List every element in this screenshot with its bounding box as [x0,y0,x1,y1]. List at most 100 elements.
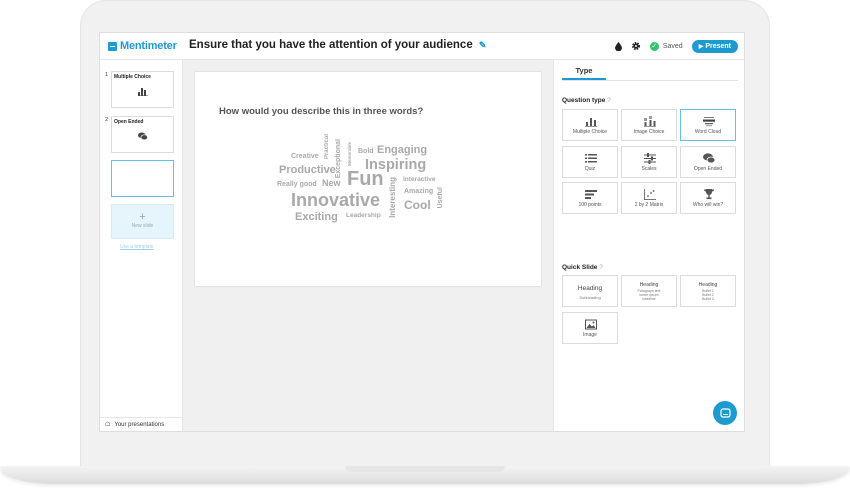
word-cloud-word: Interesting [388,177,397,218]
type-label: Open Ended [693,166,723,172]
type-multiple-choice[interactable]: Multiple Choice [562,109,618,141]
help-icon[interactable]: ? [607,97,611,104]
new-slide-button[interactable]: + New slide [111,204,174,239]
word-cloud-word: Exciting [295,211,338,223]
type-label: Multiple Choice [572,129,608,135]
type-open-ended[interactable]: Open Ended [680,146,736,178]
word-cloud-word: Engaging [377,144,428,156]
type-label: Image [583,332,597,338]
word-cloud-word: New [322,178,341,188]
present-button[interactable]: ▶ Present [691,39,738,53]
use-template-link[interactable]: Use a template [120,244,154,250]
quick-slide-heading-text: Heading [577,285,603,292]
type-label: Image Choice [633,129,665,135]
type-word-cloud[interactable]: Word Cloud [680,109,736,141]
slide-sidebar: 1 Multiple Choice 2 Open Ended + New sli… [100,60,183,431]
matrix-icon [644,189,656,200]
slide-number: 2 [105,117,109,123]
word-cloud-word: Interactive [403,176,436,183]
pencil-icon[interactable]: ✎ [479,40,487,51]
saved-check-icon: ✓ [649,41,659,51]
app-screen: Mentimeter Ensure that you have the atte… [100,33,744,431]
quick-slide-sub-text: Paragraph text lorem ipsum headline [637,289,661,301]
your-presentations-label: Your presentations [114,421,165,428]
word-cloud-word: Creative [291,153,319,160]
quick-slide-heading: Quick Slide ? [562,264,603,271]
type-label: Who will win? [692,202,724,208]
type-label: 2 by 2 Matrix [634,202,664,208]
logo[interactable]: Mentimeter [108,40,177,52]
your-presentations-link[interactable]: ☖ Your presentations [100,417,182,431]
type-label: Word Cloud [694,129,722,135]
word-cloud-word: Innovative [291,190,381,210]
word-cloud-word: Leadership [346,212,381,219]
gear-icon[interactable] [631,41,641,51]
slide-preview[interactable]: How would you describe this in three wor… [195,72,541,286]
slide-thumbnail-title: Open Ended [114,119,144,125]
type-quiz[interactable]: Quiz [562,146,618,178]
trophy-icon [704,189,714,200]
plus-icon: + [139,211,146,223]
presentation-title-text: Ensure that you have the attention of yo… [189,39,473,51]
bar-chart-icon [138,88,148,96]
tab-type[interactable]: Type [562,66,606,80]
settings-panel: Type Question type ? Multiple Choice Ima… [553,60,744,431]
word-cloud-word: Useful [437,187,444,209]
type-2-by-2-matrix[interactable]: 2 by 2 Matrix [621,182,677,214]
slide-thumbnail-2[interactable]: Open Ended [111,116,174,153]
tab-divider [562,80,738,81]
word-cloud-word: Practical [324,134,330,160]
speech-bubbles-icon [138,132,148,141]
quick-slide-image-tile[interactable]: Image [562,312,618,344]
word-cloud-word: Productive [279,164,336,176]
word-cloud-word: Fun [347,168,384,190]
theme-drop-icon[interactable] [614,41,622,51]
hundred-points-icon [585,190,597,199]
quick-slide-heading-tile[interactable]: Heading Subheading [562,275,618,307]
present-button-label: Present [705,42,731,50]
presentation-title[interactable]: Ensure that you have the attention of yo… [189,39,486,51]
word-cloud-word: Exceptional [335,139,342,179]
slide-canvas-area: How would you describe this in three wor… [183,60,553,431]
type-who-will-win[interactable]: Who will win? [680,182,736,214]
word-cloud-word: Really good [277,181,317,188]
laptop-notch [345,466,505,472]
type-label: Scales [641,166,657,172]
logo-icon [108,41,117,51]
word-cloud-word: Bold [358,148,374,155]
slide-thumbnail-title: Multiple Choice [114,74,151,80]
type-scales[interactable]: Scales [621,146,677,178]
image-icon [585,319,597,330]
bar-chart-icon [585,118,597,127]
chat-support-button[interactable] [713,401,737,425]
question-type-label: Question type [562,97,606,104]
slide-thumbnail-1[interactable]: Multiple Choice [111,71,174,108]
sliders-icon [644,153,656,164]
quick-slide-sub-text: Subheading [579,295,601,300]
play-icon: ▶ [698,43,704,50]
quiz-list-icon [585,154,597,163]
type-100-points[interactable]: 100 points [562,182,618,214]
chat-icon [719,407,731,418]
new-slide-label: New slide [131,223,154,229]
saved-status: Saved [662,42,683,50]
quick-slide-sub-text: Bullet 1 Bullet 2 Bullet 3 [702,289,714,301]
logo-text: Mentimeter [120,40,177,52]
slide-number: 1 [105,72,109,78]
type-image-choice[interactable]: Image Choice [621,109,677,141]
help-icon[interactable]: ? [599,264,603,271]
top-bar: Mentimeter Ensure that you have the atte… [100,33,744,60]
quick-slide-heading-text: Heading [698,282,718,288]
quick-slide-heading-text: Heading [639,282,659,288]
word-cloud-word: Amazing [404,188,434,195]
slide-thumbnail-3[interactable] [111,160,174,197]
word-cloud: Creative Practical Exceptional Memorable… [195,72,541,286]
quick-slide-label: Quick Slide [562,264,598,271]
word-cloud-icon [703,117,715,127]
image-bars-icon [644,116,656,127]
type-label: 100 points [578,202,602,208]
topbar-actions: ✓ Saved ▶ Present [614,38,738,54]
home-icon: ☖ [105,422,111,428]
quick-slide-bullets-tile[interactable]: Heading Bullet 1 Bullet 2 Bullet 3 [680,275,736,307]
quick-slide-paragraph-tile[interactable]: Heading Paragraph text lorem ipsum headl… [621,275,677,307]
